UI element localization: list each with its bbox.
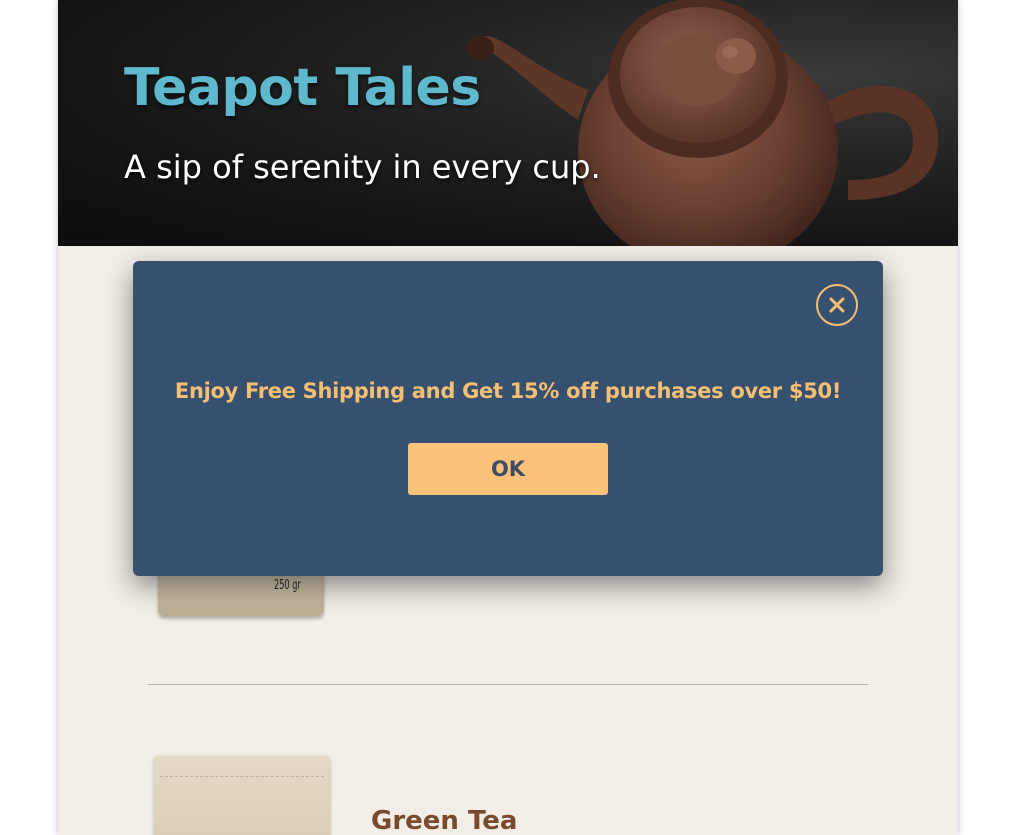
product-name[interactable]: Green Tea bbox=[371, 806, 517, 835]
product-divider bbox=[148, 684, 868, 685]
hero-banner: Teapot Tales A sip of serenity in every … bbox=[58, 0, 958, 246]
product-image[interactable] bbox=[154, 756, 330, 835]
site-tagline: A sip of serenity in every cup. bbox=[124, 148, 601, 186]
promo-modal: Enjoy Free Shipping and Get 15% off purc… bbox=[133, 261, 883, 576]
close-button[interactable] bbox=[816, 284, 858, 326]
package-seam bbox=[160, 776, 324, 777]
promo-message: Enjoy Free Shipping and Get 15% off purc… bbox=[174, 379, 842, 403]
teapot-image bbox=[466, 0, 938, 246]
product-weight-label: 250 gr bbox=[274, 578, 301, 593]
close-icon bbox=[829, 297, 845, 313]
ok-button[interactable]: OK bbox=[408, 443, 608, 495]
site-title: Teapot Tales bbox=[124, 58, 481, 118]
